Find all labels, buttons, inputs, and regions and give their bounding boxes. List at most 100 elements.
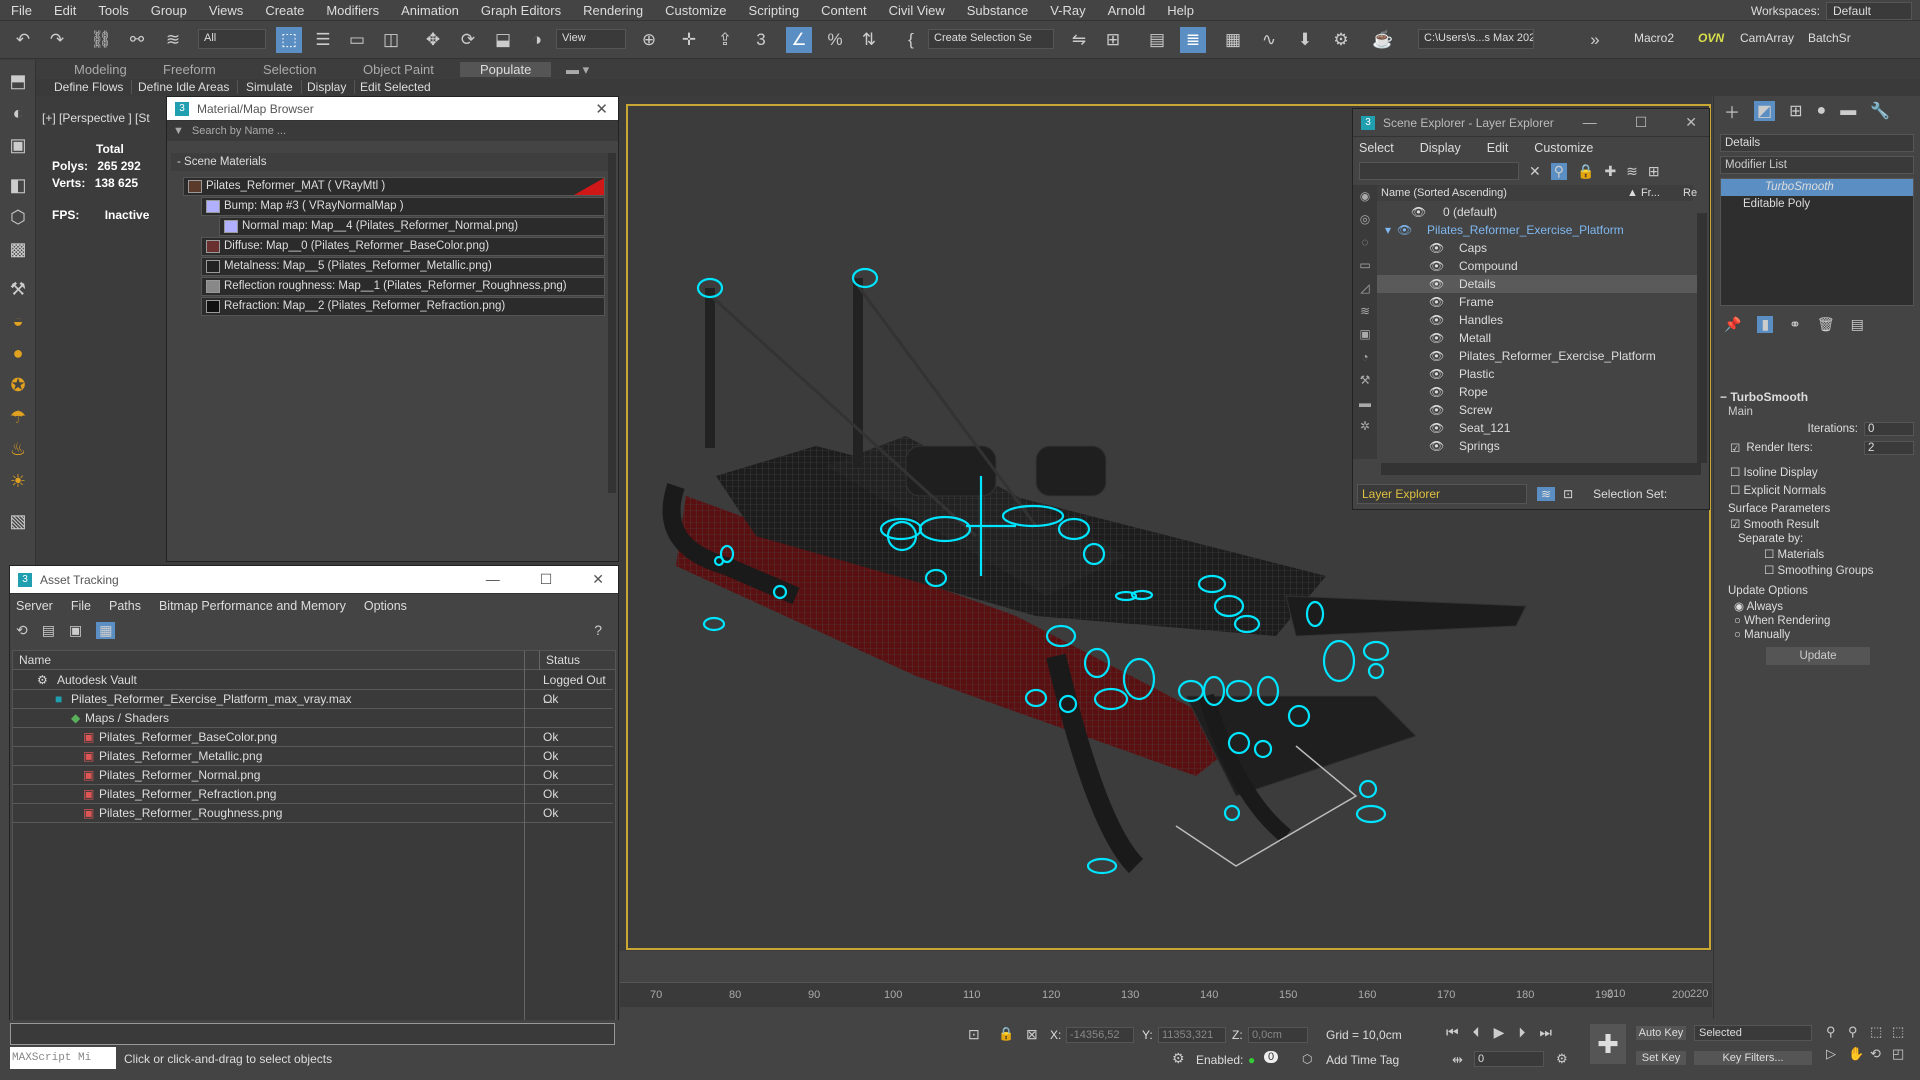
next-frame-icon[interactable]: ⏵ <box>1518 1024 1525 1041</box>
time-tag-icon[interactable]: ⬡ <box>1302 1052 1312 1066</box>
menu-edit[interactable]: Edit <box>1487 141 1509 155</box>
table-view-icon[interactable]: ▦ <box>96 621 116 639</box>
tab-selection[interactable]: Selection <box>263 62 316 77</box>
snaps-toggle-icon[interactable]: 3 <box>748 27 774 53</box>
add-layer-icon[interactable]: ✚ <box>1604 163 1616 180</box>
y-coordinate-field[interactable]: 11353,321 <box>1158 1027 1226 1043</box>
z-coordinate-field[interactable]: 0,0cm <box>1248 1027 1308 1043</box>
eye-icon[interactable]: 👁 <box>1429 437 1444 455</box>
absolute-mode-icon[interactable]: ⊠ <box>1026 1026 1038 1043</box>
motion-tab-icon[interactable]: ● <box>1817 102 1827 120</box>
col-name[interactable]: Name (Sorted Ascending) <box>1381 185 1507 201</box>
manually-radio[interactable]: ○ Manually <box>1720 629 1914 641</box>
select-object-icon[interactable]: ⬚ <box>276 27 302 53</box>
close-icon[interactable]: ✕ <box>592 571 604 588</box>
maximize-viewport-icon[interactable]: ◰ <box>1892 1046 1914 1062</box>
eye-icon[interactable]: 👁 <box>1429 257 1444 275</box>
tab-freeform[interactable]: Freeform <box>163 62 216 77</box>
ovn-button[interactable]: OVN <box>1698 31 1724 45</box>
link-icon[interactable]: ⛓ <box>88 27 114 53</box>
edit-selected-button[interactable]: Edit Selected <box>360 80 439 94</box>
menu-civil-view[interactable]: Civil View <box>878 3 956 18</box>
eye-icon[interactable]: 👁 <box>1429 311 1444 329</box>
show-end-result-icon[interactable]: ▮ <box>1757 315 1774 333</box>
when-rendering-radio[interactable]: ○ When Rendering <box>1720 615 1914 627</box>
menu-substance[interactable]: Substance <box>956 3 1039 18</box>
minimize-icon[interactable]: — <box>1583 114 1597 131</box>
zoom-extents-icon[interactable]: ⬚ <box>1870 1024 1892 1040</box>
dome-icon[interactable]: ● <box>5 340 31 366</box>
material-editor-icon[interactable]: ⚙ <box>1328 27 1354 53</box>
eye-icon[interactable]: 👁 <box>1429 293 1444 311</box>
table-row[interactable]: ▣ Pilates_Reformer_Normal.png Ok <box>13 766 613 785</box>
list-item[interactable]: 👁 Metall <box>1377 329 1699 347</box>
edit-named-selection-icon[interactable]: { <box>898 27 924 53</box>
angle-snap-icon[interactable]: ∠ <box>786 27 812 53</box>
refresh-icon[interactable]: ⟲ <box>16 622 28 639</box>
col-status[interactable]: Status <box>539 651 580 670</box>
filter-icons[interactable]: ◉ ◎ ◌ ▭ ◿ ≋ ▣ ◔ ⚒ ▬ ✲ <box>1353 185 1377 438</box>
list-item[interactable]: 👁 Compound <box>1377 257 1699 275</box>
menu-arnold[interactable]: Arnold <box>1097 3 1157 18</box>
chevron-down-icon[interactable]: ▼ <box>173 125 184 137</box>
table-row[interactable]: ▣ Pilates_Reformer_BaseColor.png Ok <box>13 728 613 747</box>
menu-paths[interactable]: Paths <box>109 599 141 613</box>
menu-views[interactable]: Views <box>198 3 254 18</box>
update-button[interactable]: Update <box>1766 647 1870 665</box>
eye-icon[interactable]: 👁 <box>1411 203 1426 221</box>
box-icon[interactable]: ▩ <box>5 236 31 262</box>
menu-edit[interactable]: Edit <box>43 3 87 18</box>
diffuse-map[interactable]: Diffuse: Map__0 (Pilates_Reformer_BaseCo… <box>201 237 605 256</box>
object-name-field[interactable]: Details <box>1720 134 1914 152</box>
x-coordinate-field[interactable]: -14356,52 <box>1066 1027 1134 1043</box>
time-configuration-icon[interactable]: ⚙ <box>1556 1051 1568 1067</box>
named-selection-dropdown[interactable]: Create Selection Se <box>928 29 1054 49</box>
browser-scrollbar[interactable] <box>608 153 616 493</box>
menu-bitmap-performance[interactable]: Bitmap Performance and Memory <box>159 599 346 613</box>
display-button[interactable]: Display <box>307 80 356 94</box>
more-icon[interactable]: » <box>1582 27 1608 53</box>
maximize-icon[interactable]: ☐ <box>1635 114 1648 131</box>
eye-icon[interactable]: 👁 <box>1429 239 1444 257</box>
smooth-result-checkbox[interactable]: ☑ Smooth Result <box>1720 517 1914 531</box>
play-icon[interactable]: ▶ <box>1494 1024 1505 1041</box>
previous-frame-icon[interactable]: ⏴ <box>1473 1024 1480 1041</box>
material-browser-titlebar[interactable]: 3 Material/Map Browser ✕ <box>167 97 618 121</box>
menu-content[interactable]: Content <box>810 3 878 18</box>
menu-modifiers[interactable]: Modifiers <box>315 3 390 18</box>
display-tab-icon[interactable]: ▬ <box>1840 102 1856 120</box>
orbit-icon[interactable]: ◐ <box>5 100 31 126</box>
list-item[interactable]: 👁 Handles <box>1377 311 1699 329</box>
maximize-icon[interactable]: ☐ <box>540 571 553 588</box>
eye-icon[interactable]: 👁 <box>1429 347 1444 365</box>
roughness-map[interactable]: Reflection roughness: Map__1 (Pilates_Re… <box>201 277 605 296</box>
list-item[interactable]: 👁 Pilates_Reformer_Exercise_Platform <box>1377 347 1699 365</box>
layers-icon[interactable]: ≋ <box>1626 163 1638 180</box>
scale-icon[interactable]: ⬓ <box>490 27 516 53</box>
make-unique-icon[interactable]: ⚭ <box>1789 316 1801 333</box>
modifier-list-dropdown[interactable]: Modifier List <box>1720 156 1914 174</box>
macro-button[interactable]: Macro2 <box>1634 31 1674 45</box>
list-item[interactable]: 👁 Frame <box>1377 293 1699 311</box>
selection-filter-dropdown[interactable]: All <box>198 29 266 49</box>
eye-icon[interactable]: 👁 <box>1397 221 1412 239</box>
list-view-icon[interactable]: ▤ <box>42 622 55 639</box>
undo-icon[interactable]: ↶ <box>10 27 36 53</box>
menu-graph-editors[interactable]: Graph Editors <box>470 3 572 18</box>
spinner-snap-icon[interactable]: ⇅ <box>856 27 882 53</box>
ref-coord-dropdown[interactable]: View <box>556 29 626 49</box>
unlink-icon[interactable]: ⚯ <box>124 27 150 53</box>
layer-explorer-icon[interactable]: ▤ <box>1144 27 1170 53</box>
align-icon[interactable]: ⊞ <box>1100 27 1126 53</box>
eye-icon[interactable]: 👁 <box>1429 401 1444 419</box>
table-row[interactable]: ▣ Pilates_Reformer_Roughness.png Ok <box>13 804 613 823</box>
scene-explorer-titlebar[interactable]: 3 Scene Explorer - Layer Explorer — ☐ ✕ <box>1353 109 1709 137</box>
list-item[interactable]: 👁 0 (default) <box>1377 203 1699 221</box>
window-crossing-icon[interactable]: ◫ <box>378 27 404 53</box>
eye-icon[interactable]: 👁 <box>1429 419 1444 437</box>
schematic-icon[interactable]: ⬇ <box>1292 27 1318 53</box>
scene-materials-header[interactable]: - Scene Materials <box>171 153 611 171</box>
menu-tools[interactable]: Tools <box>87 3 139 18</box>
sun-icon[interactable]: ☀ <box>5 468 31 494</box>
zoom-extents-all-icon[interactable]: ⬚ <box>1892 1024 1914 1040</box>
